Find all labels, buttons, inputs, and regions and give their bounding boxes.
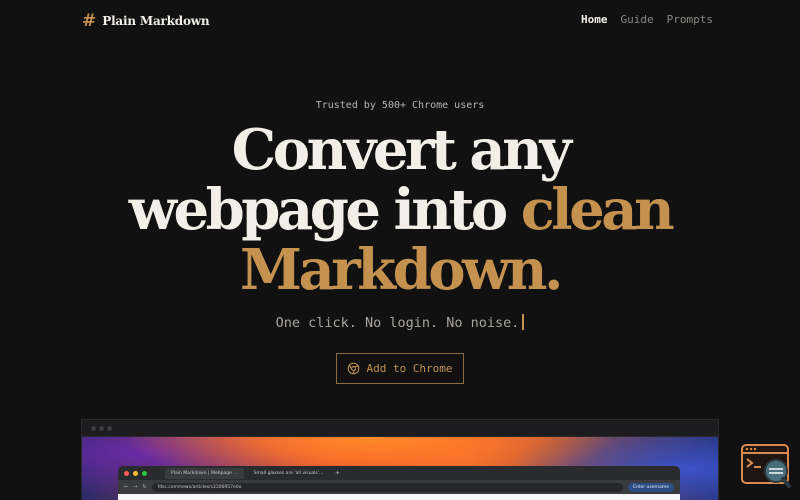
nav-links: Home Guide Prompts	[581, 13, 713, 26]
nav-link-home[interactable]: Home	[581, 13, 608, 26]
browser-tab-strip: Plain Markdown | Webpage ... Small glass…	[118, 466, 680, 480]
minimize-dot	[133, 470, 138, 476]
typing-cursor	[522, 314, 525, 330]
maximize-dot	[142, 470, 147, 476]
new-tab-icon: +	[335, 469, 340, 477]
hero-tagline: One click. No login. No noise.	[0, 314, 800, 331]
window-dot	[91, 425, 96, 431]
window-dot	[107, 425, 112, 431]
brand-logo[interactable]: # Plain Markdown	[82, 11, 210, 31]
preview-window-bar	[82, 420, 718, 437]
top-nav: # Plain Markdown Home Guide Prompts	[0, 0, 800, 40]
brand-name: Plain Markdown	[102, 14, 210, 28]
close-dot	[124, 470, 129, 476]
browser-url-bar: fdsc.com/news/articles/s3106957e0o	[151, 482, 623, 492]
back-icon: ←	[124, 484, 129, 490]
browser-tab: Plain Markdown | Webpage ...	[165, 467, 244, 479]
headline-accent-clean: clean	[520, 177, 675, 243]
add-to-chrome-button[interactable]: Add to Chrome	[336, 353, 464, 384]
tagline-text: One click. No login. No noise.	[275, 315, 520, 331]
chrome-icon	[348, 362, 360, 375]
terminal-search-icon[interactable]	[741, 444, 791, 490]
hero-headline: Convert any webpage into clean Markdown.	[0, 120, 800, 300]
reload-icon: ↻	[142, 484, 147, 490]
trusted-badge: Trusted by 500+ Chrome users	[315, 100, 485, 111]
headline-line-2: webpage into	[128, 177, 508, 243]
hash-icon: #	[82, 11, 97, 31]
browser-toolbar: ← → ↻ fdsc.com/news/articles/s3106957e0o…	[118, 480, 680, 494]
browser-tab: Small glasses are 'all visuals'...	[253, 470, 324, 476]
browser-page-content	[118, 494, 680, 500]
browser-extension-pill: Enter username	[627, 482, 674, 492]
terminal-search-graphic	[741, 444, 791, 488]
window-dot	[99, 425, 104, 431]
headline-line-1: Convert any	[231, 117, 572, 183]
nav-link-prompts[interactable]: Prompts	[667, 13, 713, 26]
preview-browser-mockup: Plain Markdown | Webpage ... Small glass…	[118, 466, 680, 500]
forward-icon: →	[133, 484, 138, 490]
headline-accent-markdown: Markdown.	[239, 237, 564, 303]
nav-link-guide[interactable]: Guide	[621, 13, 654, 26]
add-to-chrome-label: Add to Chrome	[366, 362, 453, 375]
